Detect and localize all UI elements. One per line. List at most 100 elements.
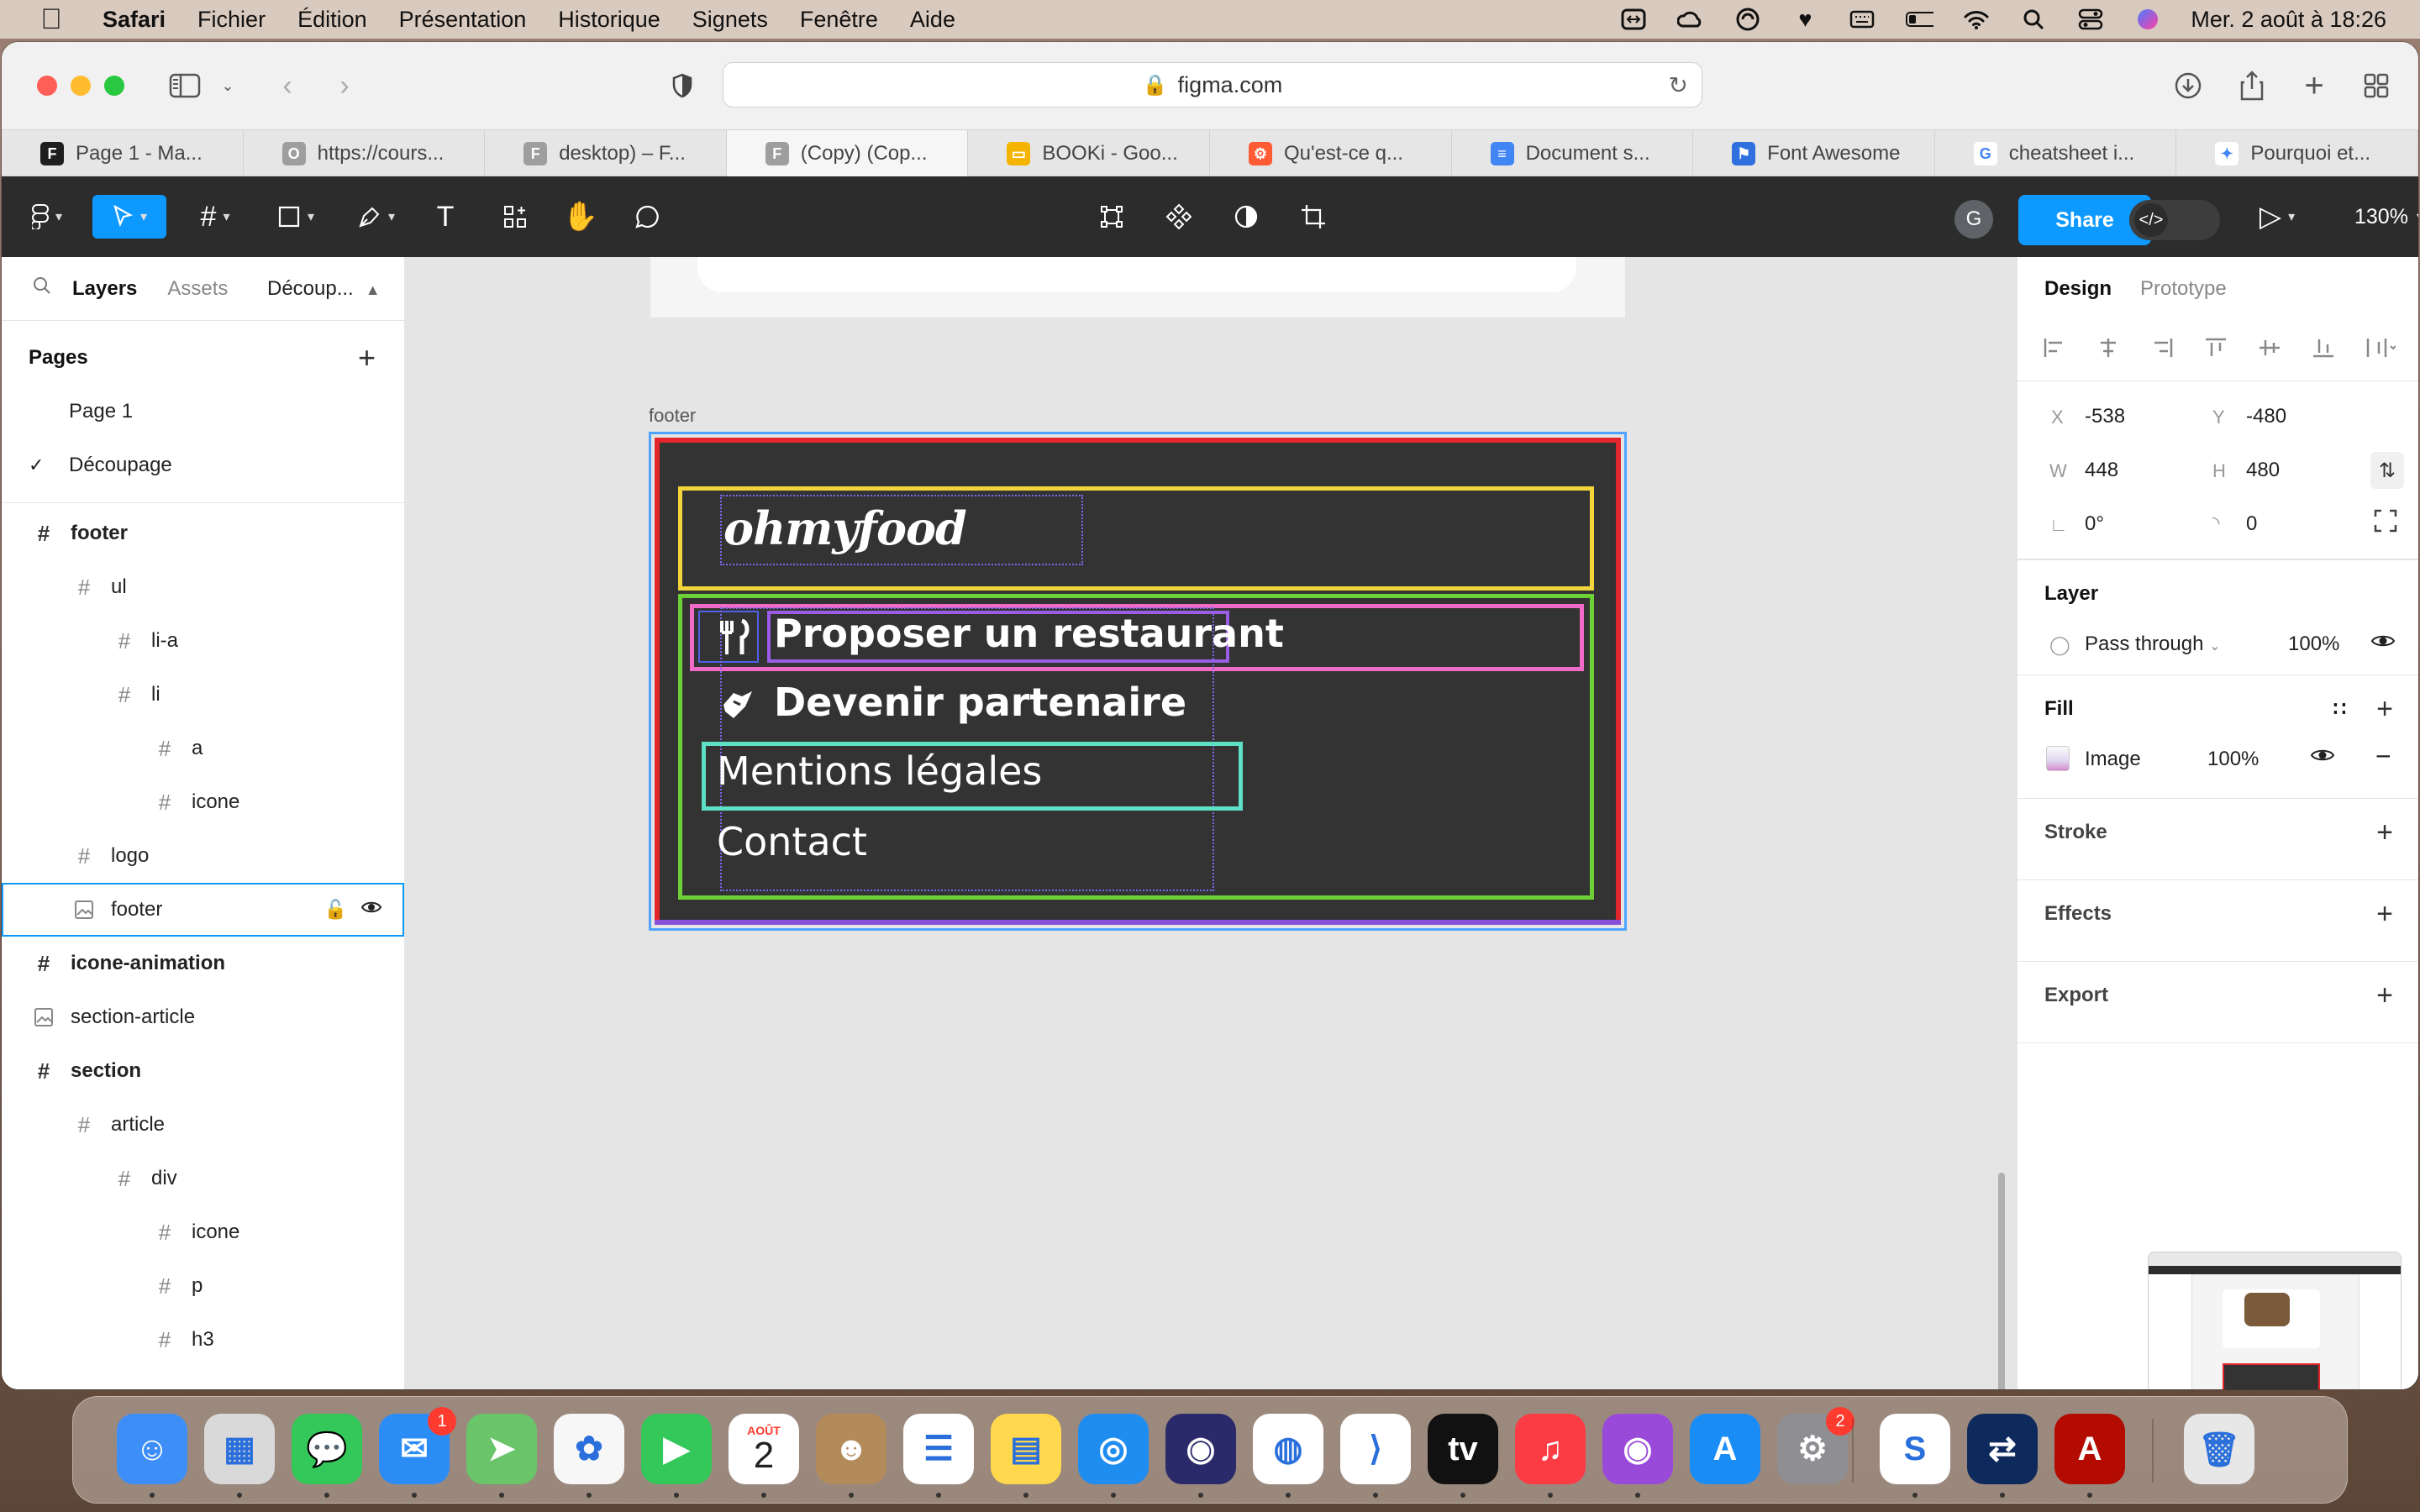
dock-app-music-icon[interactable]: ♫ xyxy=(1515,1414,1586,1484)
layer-row[interactable]: # section xyxy=(2,1044,404,1098)
heart-icon[interactable]: ♥ xyxy=(1791,7,1819,32)
hand-tool-icon[interactable]: ✋ xyxy=(561,195,600,239)
y-input[interactable]: -480 xyxy=(2246,405,2286,428)
independent-corners-icon[interactable] xyxy=(2374,509,2397,538)
zoom-window-button[interactable] xyxy=(104,76,124,96)
layer-row[interactable]: section-article xyxy=(2,990,404,1044)
dev-mode-toggle[interactable]: </> xyxy=(2129,200,2220,240)
forward-arrow-icon[interactable]: › xyxy=(329,66,360,106)
fill-image-thumbnail[interactable] xyxy=(2046,746,2070,771)
browser-tab[interactable]: ⚑ Font Awesome xyxy=(1693,130,1935,177)
footer-frame[interactable]: ohmyfood Proposer un restaurant Devenir … xyxy=(649,432,1627,931)
layer-row[interactable]: # li-a xyxy=(2,614,404,668)
browser-tab[interactable]: Ohttps://cours... xyxy=(244,130,486,177)
creative-cloud-icon[interactable] xyxy=(1676,8,1705,31)
resources-tool-icon[interactable] xyxy=(496,195,534,239)
align-top-icon[interactable] xyxy=(2204,337,2228,365)
browser-tab[interactable]: Gcheatsheet i... xyxy=(1935,130,2177,177)
dock-app-photos-icon[interactable]: ✿ xyxy=(554,1414,624,1484)
fill-visibility-eye-icon[interactable] xyxy=(2310,746,2335,770)
move-tool-icon[interactable]: ▾ xyxy=(92,195,166,239)
browser-tab[interactable]: Fdesktop) – F... xyxy=(485,130,727,177)
shape-tool-icon[interactable]: ▾ xyxy=(267,195,324,239)
radius-input[interactable]: 0 xyxy=(2246,512,2257,536)
transform-icon[interactable] xyxy=(1092,195,1131,239)
dock-app-appletv-icon[interactable]: tv xyxy=(1428,1414,1498,1484)
dock-app-messages-icon[interactable]: 💬 xyxy=(292,1414,362,1484)
dock-app-vscode-icon[interactable]: ⟩ xyxy=(1340,1414,1411,1484)
browser-tab[interactable]: ⚙ Qu'est-ce q... xyxy=(1210,130,1452,177)
crop-icon[interactable] xyxy=(1294,195,1333,239)
dock-app-mail-icon[interactable]: ✉ 1 xyxy=(379,1407,456,1484)
canvas-vertical-scrollbar[interactable] xyxy=(1998,1173,2005,1389)
add-stroke-plus-icon[interactable]: + xyxy=(2376,816,2393,849)
constrain-proportions-icon[interactable]: ⇅ xyxy=(2370,452,2404,489)
frame-tool-icon[interactable]: # ▾ xyxy=(187,195,244,239)
layer-row[interactable]: # li xyxy=(2,668,404,722)
align-vertical-center-icon[interactable] xyxy=(2258,337,2281,365)
battery-icon[interactable] xyxy=(1905,8,1934,31)
add-export-plus-icon[interactable]: + xyxy=(2376,979,2393,1012)
new-tab-plus-icon[interactable]: + xyxy=(2296,66,2333,106)
layer-row[interactable]: # ul xyxy=(2,560,404,614)
align-left-icon[interactable] xyxy=(2043,337,2066,365)
dock-app-facetime-icon[interactable]: ▶ xyxy=(641,1414,712,1484)
dock-app-settings-icon[interactable]: ⚙ 2 xyxy=(1777,1407,1854,1484)
text-tool-icon[interactable]: T xyxy=(429,195,462,239)
menu-fenetre[interactable]: Fenêtre xyxy=(800,7,878,33)
layer-row[interactable]: # div xyxy=(2,1152,404,1205)
layer-row[interactable]: # h3 xyxy=(2,1313,404,1367)
layer-row[interactable]: # icone-animation xyxy=(2,937,404,990)
layer-row[interactable]: # p xyxy=(2,1259,404,1313)
wifi-icon[interactable] xyxy=(1962,8,1991,31)
menu-presentation[interactable]: Présentation xyxy=(399,7,527,33)
siri-icon[interactable] xyxy=(2133,8,2162,31)
dock-app-firefox-icon[interactable]: ◉ xyxy=(1165,1414,1236,1484)
add-fill-plus-icon[interactable]: + xyxy=(2376,693,2393,726)
unlock-icon[interactable]: 🔓 xyxy=(324,899,347,921)
rotation-input[interactable]: 0° xyxy=(2085,512,2104,536)
menu-edition[interactable]: Édition xyxy=(297,7,367,33)
layer-row[interactable]: # icone xyxy=(2,1205,404,1259)
minimize-window-button[interactable] xyxy=(71,76,91,96)
dock-app-maps-icon[interactable]: ➤ xyxy=(466,1414,537,1484)
figma-canvas[interactable]: footer ohmyfood Proposer un restaurant D… xyxy=(405,257,2017,1389)
fill-opacity-input[interactable]: 100% xyxy=(2207,748,2259,771)
present-play-icon[interactable]: ▷ ▾ xyxy=(2252,195,2302,239)
tab-design[interactable]: Design xyxy=(2044,277,2112,301)
browser-tab[interactable]: F Page 1 - Ma... xyxy=(2,130,244,177)
figma-main-menu-icon[interactable]: ▾ xyxy=(24,195,71,239)
frame-label[interactable]: footer xyxy=(649,405,696,427)
sync-status-icon[interactable] xyxy=(1733,8,1762,31)
close-window-button[interactable] xyxy=(37,76,57,96)
dock-app-acrobat-icon[interactable]: A xyxy=(2054,1414,2125,1484)
layer-row[interactable]: footer 🔓 xyxy=(2,883,404,937)
browser-tab[interactable]: ≡ Document s... xyxy=(1452,130,1694,177)
browser-tab[interactable]: F (Copy) (Cop... xyxy=(726,130,969,177)
menu-signets[interactable]: Signets xyxy=(692,7,768,33)
dock-app-podcasts-icon[interactable]: ◉ xyxy=(1602,1414,1673,1484)
tab-overview-icon[interactable] xyxy=(2358,66,2395,106)
fill-type[interactable]: Image xyxy=(2085,748,2141,771)
privacy-shield-icon[interactable] xyxy=(667,66,697,106)
layer-opacity-input[interactable]: 100% xyxy=(2288,633,2339,656)
dock-app-calendar-icon[interactable]: AOÛT 2 xyxy=(729,1414,799,1484)
user-avatar[interactable]: G xyxy=(1954,200,1993,239)
dock-app-reminders-icon[interactable]: ☰ xyxy=(903,1414,974,1484)
menu-app-safari[interactable]: Safari xyxy=(103,7,166,33)
mask-contrast-icon[interactable] xyxy=(1227,195,1265,239)
layer-row[interactable]: # a xyxy=(2,722,404,775)
dock-app-notes-icon[interactable]: ▤ xyxy=(991,1414,1061,1484)
spotlight-search-icon[interactable] xyxy=(2019,8,2048,31)
dock-app-safari-icon[interactable]: ◎ xyxy=(1078,1414,1149,1484)
add-page-plus-icon[interactable]: + xyxy=(358,340,376,375)
align-horizontal-center-icon[interactable] xyxy=(2096,337,2120,365)
screenshot-thumbnail[interactable] xyxy=(2148,1252,2402,1389)
pen-tool-icon[interactable]: ▾ xyxy=(348,195,405,239)
apple-menu-icon[interactable]:  xyxy=(32,3,71,36)
remove-fill-minus-icon[interactable]: − xyxy=(2375,741,2391,772)
align-bottom-icon[interactable] xyxy=(2312,337,2335,365)
page-item-page-1[interactable]: Page 1 xyxy=(2,385,404,438)
clock-datetime[interactable]: Mer. 2 août à 18:26 xyxy=(2191,7,2386,33)
zoom-level[interactable]: 130% ▾ xyxy=(2354,195,2418,239)
